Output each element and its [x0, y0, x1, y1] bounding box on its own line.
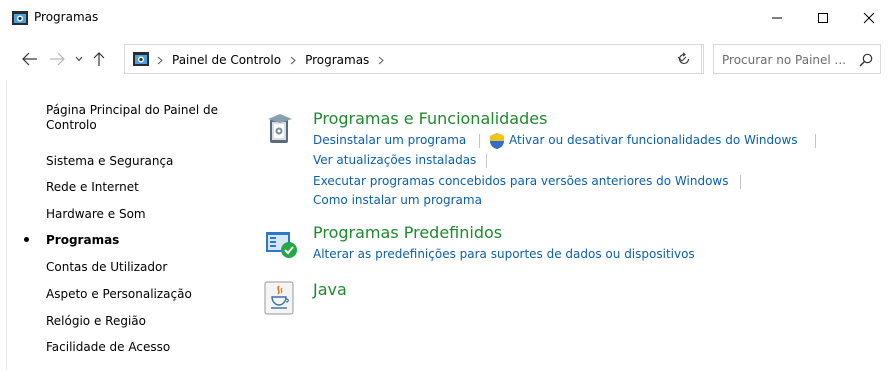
link-how-to-install[interactable]: Como instalar um programa [313, 193, 482, 207]
search-input[interactable] [722, 51, 854, 69]
breadcrumb: Painel de Controlo Programas [157, 53, 393, 67]
link-change-media-defaults[interactable]: Alterar as predefinições para suportes d… [313, 247, 695, 261]
sidebar-item-appearance[interactable]: Aspeto e Personalização [46, 287, 192, 301]
link-separator [479, 134, 480, 148]
link-separator [740, 175, 741, 189]
link-windows-features[interactable]: Ativar ou desativar funcionalidades do W… [509, 133, 798, 147]
search-icon[interactable] [858, 52, 874, 68]
up-button[interactable] [88, 48, 110, 70]
window-title: Programas [34, 10, 99, 24]
arrow-right-icon [50, 52, 65, 66]
close-button[interactable] [846, 0, 892, 36]
chevron-down-icon [75, 56, 83, 62]
section-title-programs-features[interactable]: Programas e Funcionalidades [313, 109, 547, 128]
recent-locations-button[interactable] [72, 48, 86, 70]
programs-features-icon[interactable] [266, 113, 296, 147]
breadcrumb-programs[interactable]: Programas [305, 53, 369, 67]
chevron-right-icon[interactable] [157, 56, 163, 65]
sidebar-item-user-accounts[interactable]: Contas de Utilizador [46, 260, 167, 274]
chevron-right-icon[interactable] [290, 56, 296, 65]
refresh-icon [678, 52, 689, 65]
breadcrumb-control-panel[interactable]: Painel de Controlo [172, 53, 281, 67]
java-icon[interactable] [264, 281, 294, 315]
chevron-right-icon[interactable] [378, 56, 385, 65]
sidebar-item-network-internet[interactable]: Rede e Internet [46, 180, 139, 194]
sidebar-item-ease-of-access[interactable]: Facilidade de Acesso [46, 340, 170, 354]
arrow-up-icon [93, 52, 105, 66]
back-button[interactable] [18, 48, 42, 70]
active-bullet [24, 237, 29, 242]
refresh-button[interactable] [666, 44, 702, 74]
link-separator [815, 134, 816, 148]
default-programs-icon[interactable] [264, 230, 300, 260]
minimize-button[interactable] [754, 0, 800, 36]
forward-button[interactable] [46, 48, 68, 70]
maximize-icon [818, 13, 828, 23]
link-separator [486, 154, 487, 168]
shield-icon [490, 133, 504, 149]
link-compatibility-programs[interactable]: Executar programas concebidos para versõ… [313, 174, 729, 188]
link-uninstall-program[interactable]: Desinstalar um programa [313, 133, 466, 147]
left-pane: Página Principal do Painel de Controlo S… [0, 80, 240, 370]
navigation-bar: Painel de Controlo Programas [0, 44, 892, 76]
title-bar: Programas [0, 0, 892, 36]
close-icon [863, 12, 875, 24]
control-panel-icon [12, 11, 28, 25]
sidebar-item-hardware-sound[interactable]: Hardware e Som [46, 207, 146, 221]
section-title-java[interactable]: Java [313, 280, 347, 299]
maximize-button[interactable] [800, 0, 846, 36]
sidebar-home-link[interactable]: Página Principal do Painel de Controlo [46, 103, 236, 133]
minimize-icon [772, 17, 782, 19]
address-bar[interactable]: Painel de Controlo Programas [124, 44, 704, 74]
sidebar-item-programs[interactable]: Programas [46, 233, 119, 247]
sidebar-item-system-security[interactable]: Sistema e Segurança [46, 154, 173, 168]
search-box[interactable] [713, 44, 881, 74]
section-title-default-programs[interactable]: Programas Predefinidos [313, 223, 502, 242]
link-view-installed-updates[interactable]: Ver atualizações instaladas [313, 153, 476, 167]
control-panel-icon [133, 52, 149, 66]
arrow-left-icon [22, 52, 37, 66]
sidebar-item-clock-region[interactable]: Relógio e Região [46, 314, 146, 328]
